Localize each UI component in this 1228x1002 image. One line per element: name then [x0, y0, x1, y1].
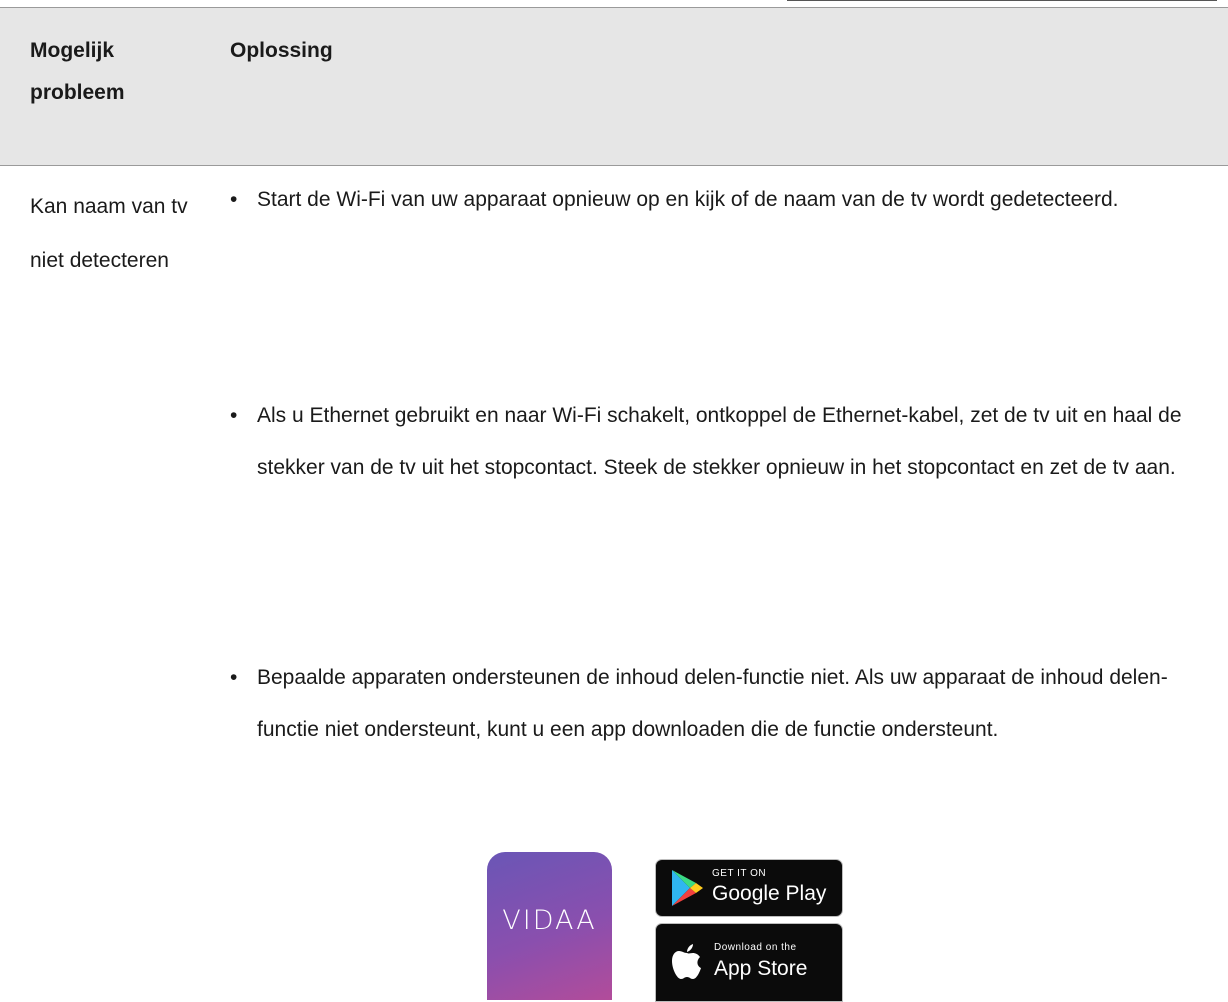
page-top-rule — [787, 0, 1217, 1]
app-store-badge[interactable]: Download on the App Store — [655, 923, 843, 1002]
google-play-icon — [672, 870, 703, 906]
google-play-big-text: Google Play — [712, 882, 827, 905]
app-store-small-text: Download on the — [714, 942, 797, 953]
apple-icon — [672, 944, 701, 979]
problem-cell: Kan naam van tv niet detecteren — [30, 195, 188, 272]
solution-item: • Start de Wi-Fi van uw apparaat opnieuw… — [230, 174, 1215, 226]
google-play-small-text: GET IT ON — [712, 868, 767, 879]
solution-item: • Als u Ethernet gebruikt en naar Wi-Fi … — [230, 390, 1215, 494]
vidaa-app-icon[interactable]: VIDAA — [487, 852, 612, 1000]
solution-text: Start de Wi-Fi van uw apparaat opnieuw o… — [257, 188, 1119, 211]
vidaa-logo-text: VIDAA — [502, 905, 597, 936]
app-download-links: VIDAA GET IT ON Google Play Download on … — [487, 852, 847, 1002]
solution-text: Als u Ethernet gebruikt en naar Wi-Fi sc… — [257, 404, 1182, 479]
bullet-marker: • — [230, 666, 238, 689]
header-solution: Oplossing — [230, 39, 333, 62]
table-header-row: Mogelijk probleem Oplossing — [0, 7, 1228, 166]
solution-item: • Bepaalde apparaten ondersteunen de inh… — [230, 652, 1215, 756]
solution-text: Bepaalde apparaten ondersteunen de inhou… — [257, 666, 1168, 741]
bullet-marker: • — [230, 188, 238, 211]
google-play-badge[interactable]: GET IT ON Google Play — [655, 859, 843, 917]
bullet-marker: • — [230, 404, 238, 427]
app-store-big-text: App Store — [714, 957, 808, 980]
header-problem: Mogelijk probleem — [30, 39, 125, 104]
